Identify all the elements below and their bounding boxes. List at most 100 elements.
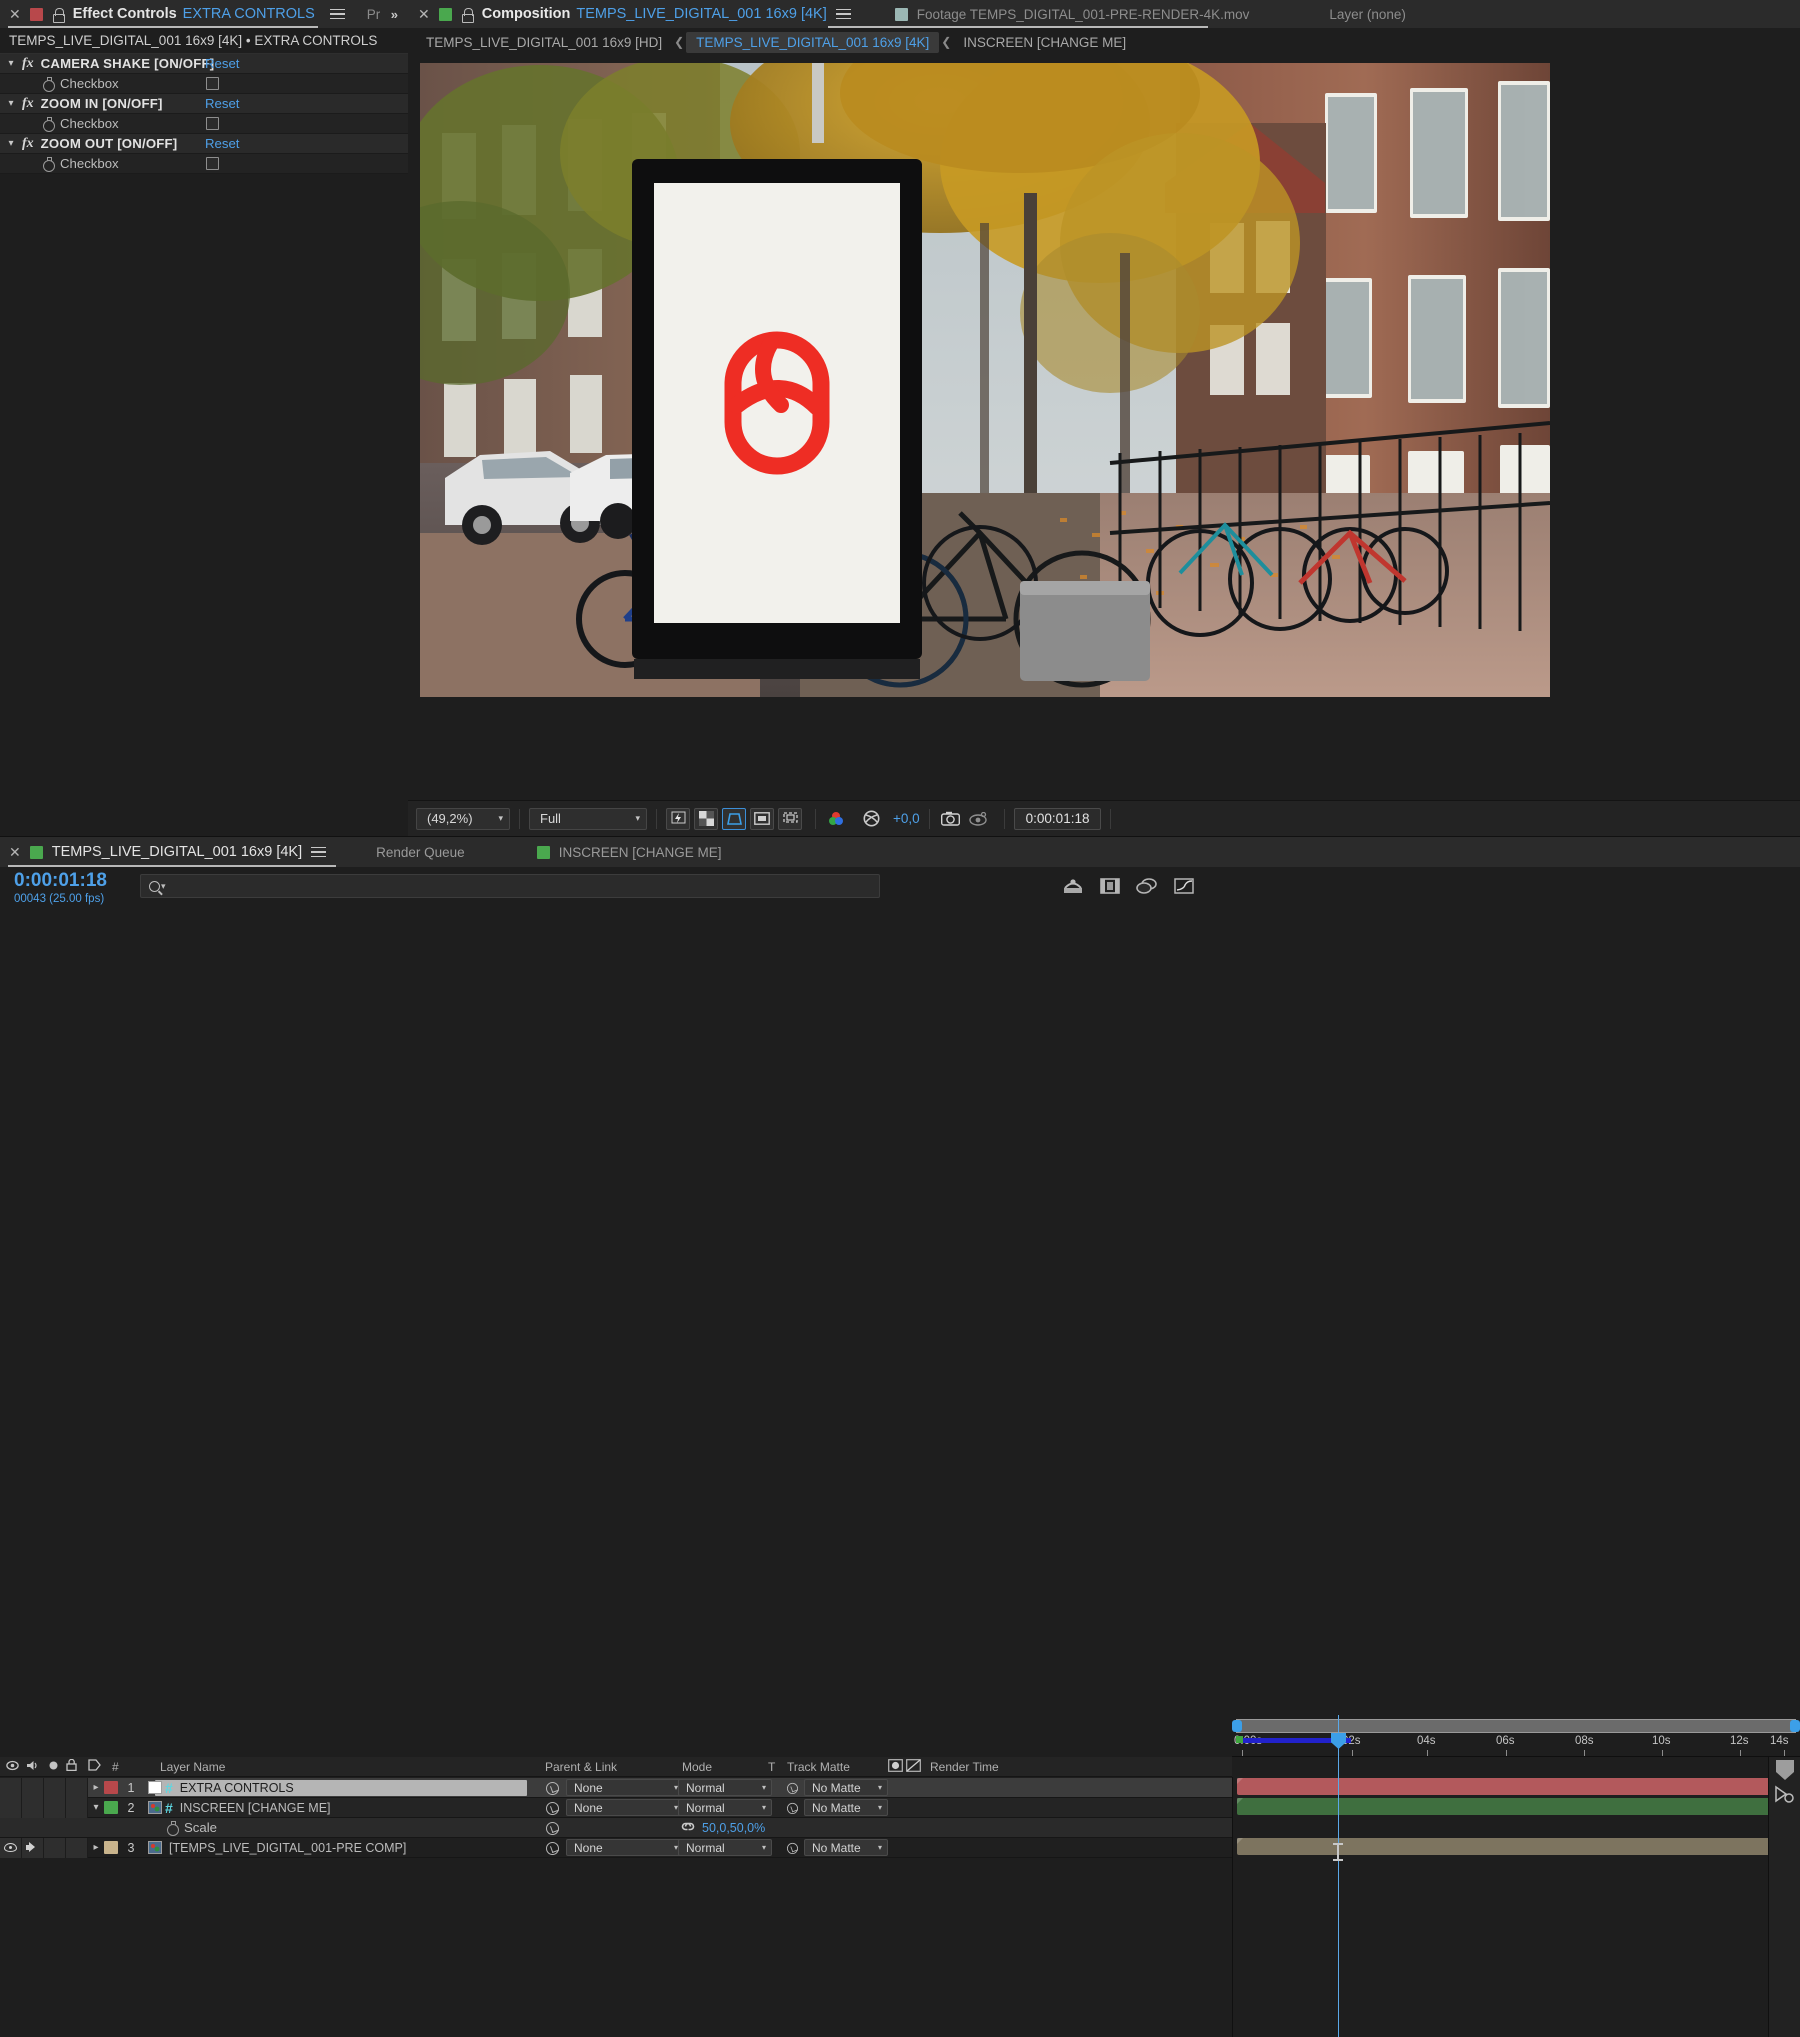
zoom-level-select[interactable]: (49,2%) ▾ (416, 807, 510, 830)
chevron-down-icon[interactable]: ▾ (0, 58, 22, 69)
parent-select[interactable]: None ▾ (566, 1839, 684, 1856)
composition-viewer[interactable] (408, 56, 1800, 800)
effect-header-zoom-out[interactable]: ▾ fx ZOOM OUT [ON/OFF] Reset (0, 134, 408, 154)
mode-select[interactable]: Normal ▾ (678, 1839, 772, 1856)
exposure-value[interactable]: +0,0 (893, 811, 920, 826)
checkbox-control[interactable] (206, 157, 219, 170)
work-area-end-handle[interactable] (1790, 1720, 1800, 1732)
effect-header-camera-shake[interactable]: ▾ fx CAMERA SHAKE [ON/OFF] Reset (0, 54, 408, 74)
close-icon[interactable]: ✕ (418, 7, 430, 21)
channels-icon[interactable] (825, 808, 849, 830)
matte-pickwhip-icon[interactable] (786, 1802, 799, 1814)
audio-toggle[interactable] (22, 1797, 44, 1818)
pickwhip-icon[interactable] (545, 1801, 560, 1815)
tab-layer[interactable]: Layer (none) (1329, 7, 1406, 22)
effect-property-row[interactable]: Checkbox (0, 114, 408, 134)
layer-name[interactable]: [TEMPS_LIVE_DIGITAL_001-PRE COMP] (169, 1841, 406, 1855)
tab-composition[interactable]: Composition TEMPS_LIVE_DIGITAL_001 16x9 … (482, 6, 827, 22)
pickwhip-icon[interactable] (545, 1821, 560, 1835)
layer-name[interactable]: EXTRA CONTROLS (180, 1781, 294, 1795)
tab-footage[interactable]: Footage TEMPS_DIGITAL_001-PRE-RENDER-4K.… (894, 7, 1249, 22)
table-row[interactable]: ▾ 2 # INSCREEN [CHANGE ME] None ▾ Normal… (0, 1797, 1232, 1818)
solo-toggle[interactable] (44, 1777, 66, 1798)
tab-timeline-comp[interactable]: TEMPS_LIVE_DIGITAL_001 16x9 [4K] (52, 844, 302, 860)
layer-bar-1[interactable] (1237, 1778, 1797, 1795)
shield-icon[interactable] (1775, 1759, 1795, 1784)
parent-select[interactable]: None ▾ (566, 1779, 684, 1796)
reset-button[interactable]: Reset (205, 136, 239, 151)
effect-property-row[interactable]: Checkbox (0, 154, 408, 174)
transparency-grid-icon[interactable] (694, 807, 718, 830)
reset-button[interactable]: Reset (205, 96, 239, 111)
resolution-select[interactable]: Full ▾ (529, 807, 647, 830)
viewer-timecode[interactable]: 0:00:01:18 (1013, 807, 1102, 830)
stopwatch-icon[interactable] (42, 116, 55, 132)
motion-blur-icon[interactable] (1062, 877, 1084, 897)
parent-link-cell[interactable]: None ▾ (545, 1779, 684, 1796)
exposure-icon[interactable] (859, 808, 883, 830)
more-tabs-icon[interactable]: » (391, 7, 398, 22)
panel-menu-icon[interactable] (329, 8, 345, 20)
composition-canvas[interactable] (420, 63, 1550, 697)
tab-inscreen[interactable]: INSCREEN [CHANGE ME] (536, 845, 721, 860)
video-toggle[interactable] (0, 1837, 22, 1858)
lock-toggle[interactable] (66, 1837, 88, 1858)
track-matte-cell[interactable]: No Matte ▾ (785, 1839, 888, 1856)
lock-toggle[interactable] (66, 1797, 88, 1818)
mode-select[interactable]: Normal ▾ (678, 1779, 772, 1796)
scale-value[interactable]: 50,0,50,0% (702, 1821, 765, 1835)
playhead-line[interactable] (1338, 1715, 1339, 2037)
camera-view-icon[interactable] (778, 807, 802, 830)
fast-previews-icon[interactable] (666, 807, 690, 830)
timeline-bars-area[interactable] (1232, 1777, 1800, 2037)
layer-bar-2[interactable] (1237, 1798, 1797, 1815)
region-of-interest-icon[interactable] (722, 807, 746, 830)
scale-value-cell[interactable]: 50,0,50,0% (680, 1821, 765, 1835)
graph-editor-icon[interactable] (1173, 877, 1195, 897)
panel-menu-icon[interactable] (311, 846, 327, 858)
tab-effect-controls[interactable]: Effect Controls EXTRA CONTROLS (73, 0, 321, 28)
layer-label-color[interactable] (104, 1801, 118, 1814)
track-matte-select[interactable]: No Matte ▾ (804, 1839, 888, 1856)
video-toggle[interactable] (0, 1797, 22, 1818)
breadcrumb-item-1[interactable]: TEMPS_LIVE_DIGITAL_001 16x9 [4K] (686, 31, 940, 53)
chevron-right-icon[interactable]: ▸ (88, 1782, 104, 1793)
stopwatch-icon[interactable] (42, 156, 55, 172)
tab-project[interactable]: Pr (367, 7, 381, 22)
track-matte-select[interactable]: No Matte ▾ (804, 1779, 888, 1796)
mode-select[interactable]: Normal ▾ (678, 1799, 772, 1816)
lock-icon[interactable] (461, 7, 474, 23)
effect-property-row[interactable]: Checkbox (0, 74, 408, 94)
audio-toggle[interactable] (22, 1777, 44, 1798)
parent-link-cell[interactable]: None ▾ (545, 1839, 684, 1856)
snapshot-icon[interactable] (939, 808, 963, 830)
matte-pickwhip-icon[interactable] (786, 1842, 799, 1854)
effect-header-zoom-in[interactable]: ▾ fx ZOOM IN [ON/OFF] Reset (0, 94, 408, 114)
chevron-down-icon[interactable]: ▾ (0, 98, 22, 109)
lock-icon[interactable] (52, 7, 65, 23)
current-timecode[interactable]: 0:00:01:18 (14, 871, 107, 890)
video-toggle[interactable] (0, 1777, 22, 1798)
table-row[interactable]: ▸ 1 # EXTRA CONTROLS None ▾ Normal ▾ No … (0, 1777, 1232, 1798)
track-matte-cell[interactable]: No Matte ▾ (785, 1779, 888, 1796)
stopwatch-icon[interactable] (42, 76, 55, 92)
search-input[interactable]: ▾ (140, 874, 880, 898)
audio-toggle[interactable] (22, 1837, 44, 1858)
show-snapshot-icon[interactable] (967, 808, 991, 830)
checkbox-control[interactable] (206, 77, 219, 90)
matte-pickwhip-icon[interactable] (786, 1782, 799, 1794)
panel-menu-icon[interactable] (835, 8, 851, 20)
layer-label-color[interactable] (104, 1781, 118, 1794)
chevron-right-icon[interactable]: ▸ (88, 1842, 104, 1853)
breadcrumb-item-0[interactable]: TEMPS_LIVE_DIGITAL_001 16x9 [HD] (416, 35, 672, 50)
solo-toggle[interactable] (44, 1837, 66, 1858)
pickwhip-icon[interactable] (545, 1841, 560, 1855)
parent-link-cell[interactable]: None ▾ (545, 1799, 684, 1816)
work-area-bar[interactable] (1232, 1719, 1800, 1733)
parent-select[interactable]: None ▾ (566, 1799, 684, 1816)
layer-label-color[interactable] (104, 1841, 118, 1854)
layer-name[interactable]: INSCREEN [CHANGE ME] (180, 1801, 331, 1815)
track-matte-cell[interactable]: No Matte ▾ (785, 1799, 888, 1816)
reset-button[interactable]: Reset (205, 56, 239, 71)
work-area-start-handle[interactable] (1232, 1720, 1242, 1732)
